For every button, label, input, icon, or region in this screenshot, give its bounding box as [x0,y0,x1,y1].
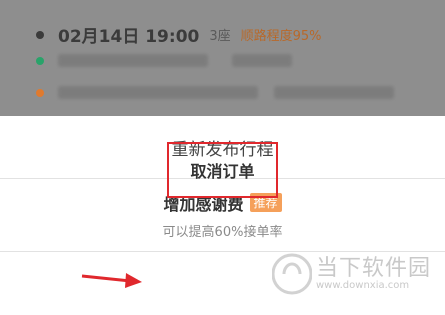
end-location-row [36,86,394,99]
cancel-order-label: 取消订单 [190,162,255,181]
add-tip-subtext: 可以提高60%接单率 [162,224,283,240]
watermark-url: www.downxia.com [316,280,410,291]
order-match: 顺路程度95% [240,29,322,44]
order-card-background: 02月14日 19:00 3座 顺路程度95% [0,0,445,116]
time-dot-icon [36,30,44,39]
watermark-text: 当下软件园 [316,256,432,281]
blurred-end-detail [274,86,394,99]
blurred-end-address [58,86,258,99]
watermark-logo-icon [272,253,312,295]
watermark: 当下软件园 www.downxia.com [272,246,442,306]
blurred-start-detail [232,54,292,67]
start-dot-icon [36,56,44,65]
order-time-row: 02月14日 19:00 3座 顺路程度95% [36,22,322,47]
order-time: 02月14日 19:00 [58,27,200,47]
red-arrow-icon [81,273,142,288]
end-dot-icon [36,88,44,97]
cancel-order-button[interactable]: 取消订单 [167,142,278,198]
order-seats: 3座 [209,29,231,44]
start-location-row [36,54,292,67]
blurred-start-address [58,54,208,67]
